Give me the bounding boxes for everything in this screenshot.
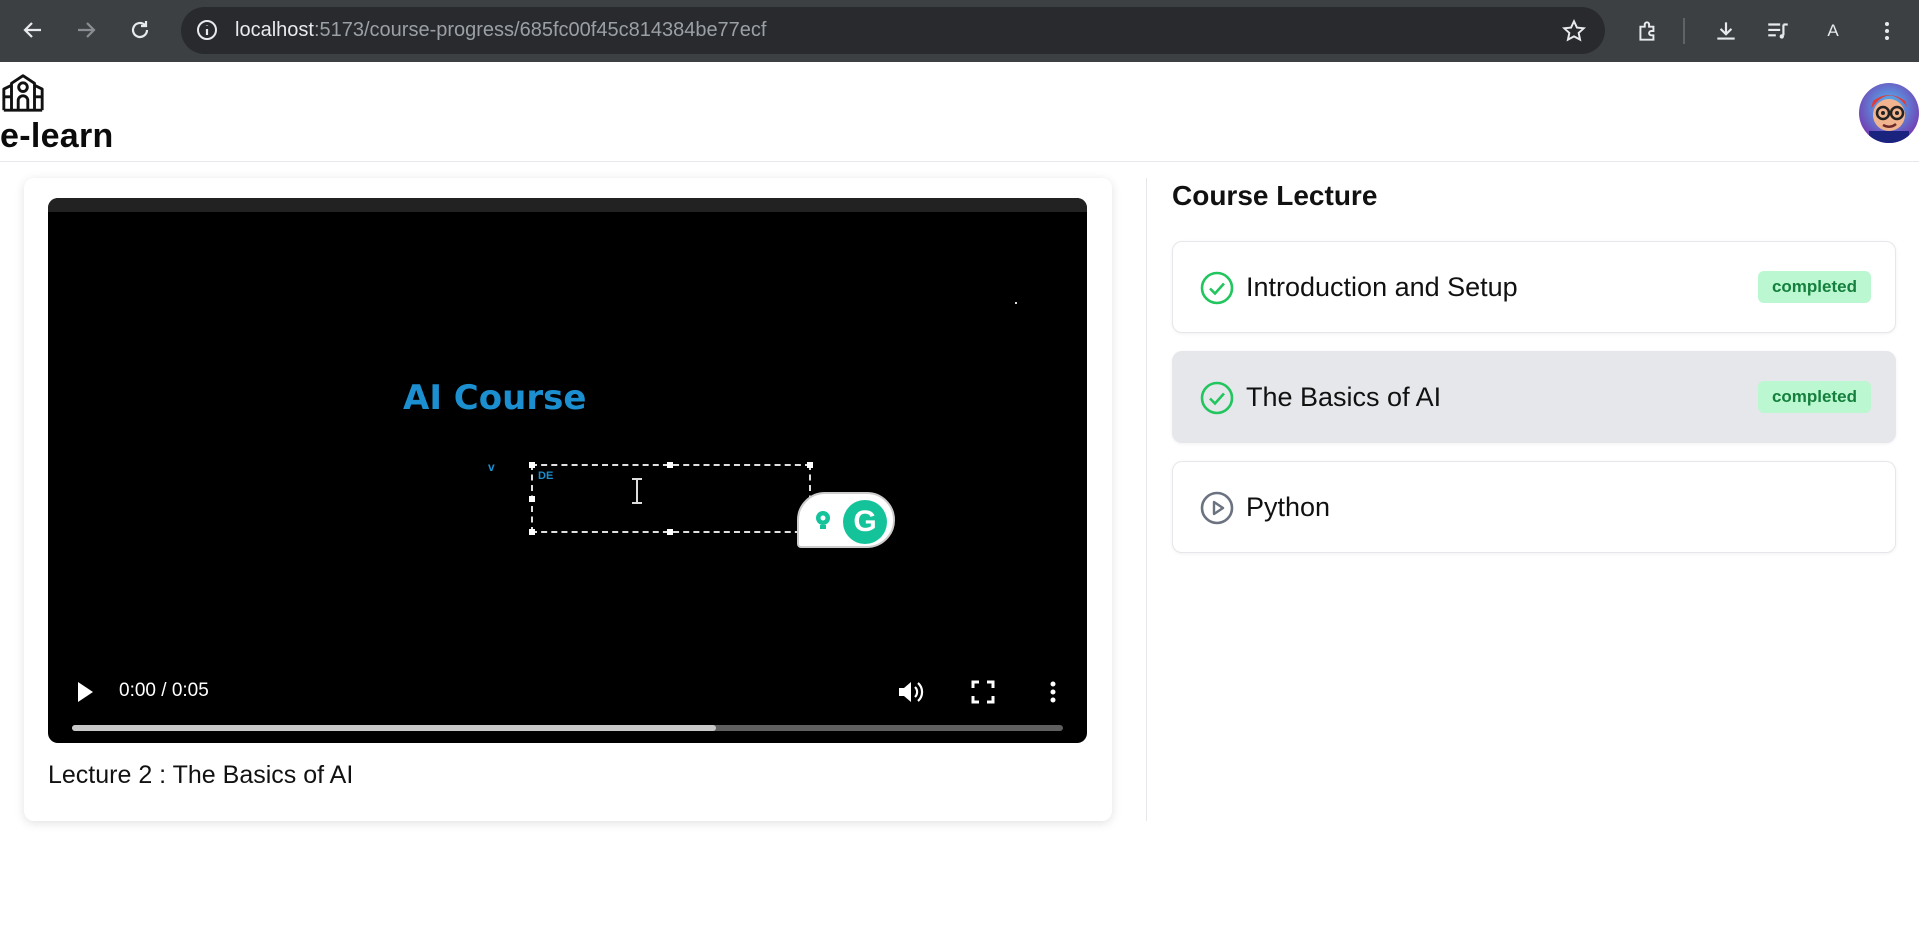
url-path: :5173/course-progress/685fc00f45c814384b… bbox=[313, 19, 767, 41]
slide-dot bbox=[1015, 302, 1017, 304]
downloads-button[interactable] bbox=[1709, 14, 1743, 48]
lecture-item-label: The Basics of AI bbox=[1246, 382, 1442, 412]
extensions-button[interactable] bbox=[1631, 14, 1665, 48]
more-options-icon[interactable] bbox=[1038, 677, 1068, 707]
slide-box-text: DE bbox=[538, 470, 554, 482]
current-lecture-title: Lecture 2 : The Basics of AI bbox=[48, 761, 354, 789]
brand-name[interactable]: e-learn bbox=[0, 117, 114, 156]
video-controls: 0:00 / 0:05 bbox=[48, 658, 1087, 743]
video-time: 0:00 / 0:05 bbox=[119, 680, 209, 701]
reload-icon bbox=[131, 21, 149, 39]
browser-toolbar: localhost:5173/course-progress/685fc00f4… bbox=[0, 0, 1919, 62]
media-control-button[interactable] bbox=[1761, 14, 1795, 48]
slide-title: AI Course bbox=[403, 378, 587, 418]
forward-button[interactable] bbox=[66, 12, 106, 48]
fullscreen-icon[interactable] bbox=[968, 677, 998, 707]
check-circle-icon bbox=[1200, 381, 1234, 415]
profile-initial: A bbox=[1827, 21, 1839, 40]
text-cursor-icon bbox=[632, 478, 642, 504]
video-card: AI Course v DE G 0:00 / 0:05 Lecture 2:… bbox=[24, 178, 1112, 821]
address-bar[interactable]: localhost:5173/course-progress/685fc00f4… bbox=[181, 7, 1605, 54]
course-lecture-heading: Course Lecture bbox=[1172, 180, 1378, 211]
video-player[interactable]: AI Course v DE G 0:00 / 0:05 bbox=[48, 198, 1087, 743]
column-divider bbox=[1146, 178, 1147, 821]
lecture-item-introduction[interactable]: Introduction and Setup completed bbox=[1172, 241, 1896, 333]
lecture-item-label: Python bbox=[1246, 492, 1331, 522]
slide-text-selection-box bbox=[529, 462, 813, 535]
browser-menu-button[interactable] bbox=[1870, 14, 1904, 48]
url-text: localhost:5173/course-progress/685fc00f4… bbox=[235, 19, 767, 42]
profile-button[interactable]: A bbox=[1816, 14, 1850, 48]
lecture-item-python[interactable]: Python bbox=[1172, 461, 1896, 553]
toolbar-divider bbox=[1683, 18, 1685, 44]
check-circle-icon bbox=[1200, 271, 1234, 305]
back-button[interactable] bbox=[13, 12, 53, 48]
lecture-item-basics-of-ai[interactable]: The Basics of AI completed bbox=[1172, 351, 1896, 443]
lightbulb-icon bbox=[816, 511, 830, 529]
playlist-music-icon bbox=[1768, 23, 1788, 39]
app-header: e-learn bbox=[0, 62, 1919, 162]
avatar[interactable] bbox=[1859, 83, 1919, 143]
url-host: localhost bbox=[235, 19, 314, 41]
play-icon[interactable] bbox=[72, 677, 98, 707]
slide-small-mark: v bbox=[488, 460, 495, 474]
lecture-item-label: Introduction and Setup bbox=[1246, 272, 1518, 302]
video-top-strip bbox=[48, 198, 1087, 212]
video-progress-bar[interactable] bbox=[72, 725, 1063, 731]
puzzle-icon bbox=[1639, 21, 1655, 41]
grammarly-g-icon: G bbox=[843, 500, 887, 544]
more-vertical-icon bbox=[1885, 22, 1889, 40]
grammarly-widget[interactable]: G bbox=[797, 492, 895, 548]
arrow-right-icon bbox=[78, 22, 96, 38]
bookmark-star-icon[interactable] bbox=[1561, 18, 1587, 44]
arrow-left-icon bbox=[23, 22, 41, 38]
reload-button[interactable] bbox=[120, 12, 160, 48]
status-badge: completed bbox=[1757, 381, 1871, 413]
user-avatar-image bbox=[1859, 83, 1919, 143]
download-icon bbox=[1717, 22, 1735, 40]
play-circle-icon bbox=[1200, 491, 1234, 525]
school-icon[interactable] bbox=[0, 68, 46, 114]
status-badge: completed bbox=[1757, 271, 1871, 303]
video-progress-fill bbox=[72, 725, 717, 731]
volume-icon[interactable] bbox=[895, 677, 925, 707]
site-info-icon[interactable] bbox=[195, 18, 219, 42]
